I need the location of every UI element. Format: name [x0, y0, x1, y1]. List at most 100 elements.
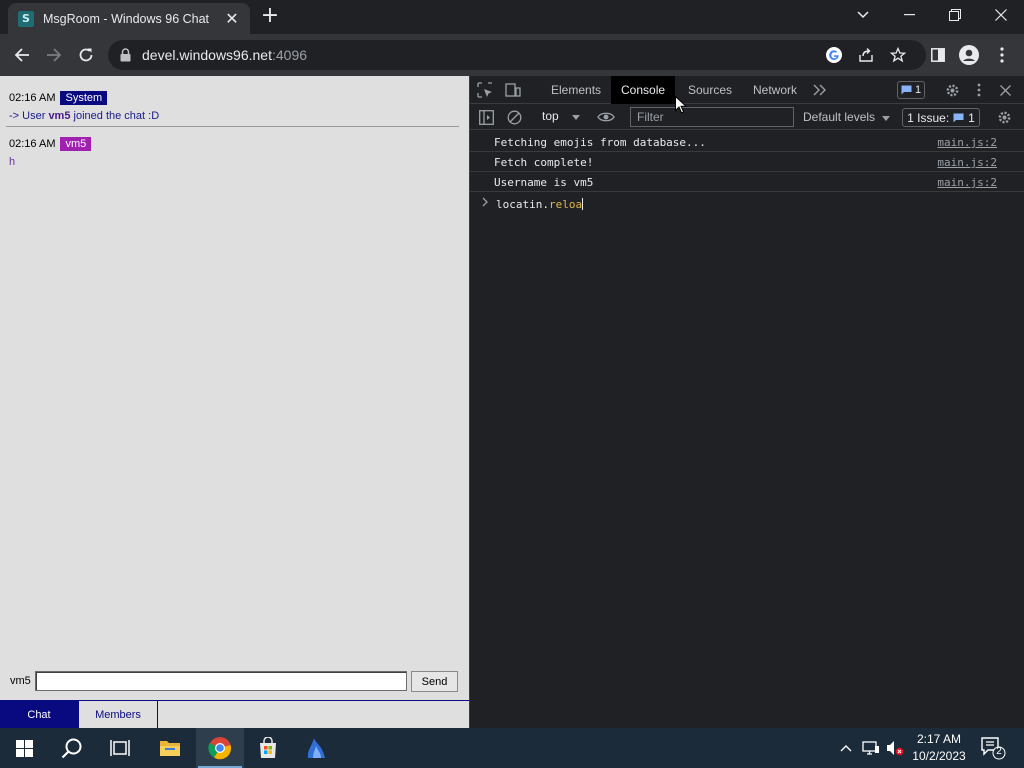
source-link[interactable]: main.js:2 — [937, 176, 997, 189]
more-tabs-button[interactable] — [812, 82, 828, 98]
close-devtools-button[interactable] — [997, 82, 1013, 98]
arrow-left-icon — [14, 48, 29, 62]
task-view-button[interactable] — [96, 728, 144, 768]
eye-icon — [597, 112, 615, 122]
back-button[interactable] — [9, 42, 35, 68]
caret-down-icon — [572, 115, 581, 120]
lock-icon[interactable] — [120, 48, 131, 62]
minimize-icon — [903, 14, 915, 16]
source-link[interactable]: main.js:2 — [937, 136, 997, 149]
inspect-element-button[interactable] — [476, 82, 494, 98]
share-button[interactable] — [856, 45, 876, 65]
devtools-panel: Elements Console Sources Network 1 top F… — [469, 76, 1024, 728]
chevron-right-icon — [482, 197, 488, 207]
browser-toolbar: devel.windows96.net:4096 — [0, 34, 1024, 76]
side-panel-icon — [931, 48, 945, 62]
forward-button[interactable] — [41, 42, 67, 68]
chrome-icon — [208, 737, 232, 760]
notifications-button[interactable]: 2 — [978, 728, 1008, 768]
chrome-taskbar-button[interactable] — [196, 728, 244, 768]
restore-button[interactable] — [932, 0, 978, 30]
send-button[interactable]: Send — [411, 671, 458, 692]
side-panel-button[interactable] — [925, 42, 951, 68]
google-lens-button[interactable] — [824, 45, 844, 65]
compose-row: vm5 Send — [0, 668, 469, 694]
console-settings-button[interactable] — [996, 109, 1012, 125]
issues-button[interactable]: 1 Issue: 1 — [902, 108, 980, 127]
file-explorer-button[interactable] — [146, 728, 194, 768]
console-prompt[interactable]: locatin.reloa — [470, 194, 1024, 214]
windows-taskbar: 2:17 AM 10/2/2023 2 — [0, 728, 1024, 768]
close-tab-icon[interactable]: ✕ — [224, 9, 240, 28]
tab-members[interactable]: Members — [78, 701, 158, 728]
devtools-settings-button[interactable] — [944, 82, 960, 98]
new-tab-button[interactable]: + — [258, 5, 282, 28]
show-hidden-icons-button[interactable] — [836, 728, 856, 768]
log-levels-dropdown[interactable]: Default levels — [803, 110, 891, 124]
chevron-down-icon — [857, 11, 869, 19]
device-icon — [505, 83, 521, 97]
device-toolbar-button[interactable] — [504, 82, 522, 98]
chrome-menu-button[interactable] — [989, 42, 1015, 68]
tab-elements[interactable]: Elements — [541, 76, 611, 104]
address-bar[interactable]: devel.windows96.net:4096 — [108, 40, 926, 70]
double-chevron-right-icon — [813, 84, 826, 96]
console-toolbar: top Filter Default levels 1 Issue: 1 — [470, 104, 1024, 130]
restore-icon — [949, 9, 961, 21]
app-taskbar-button[interactable] — [292, 728, 340, 768]
close-icon — [999, 84, 1011, 96]
browser-tab[interactable]: S MsgRoom - Windows 96 Chat ✕ — [8, 3, 250, 34]
task-view-icon — [110, 740, 130, 756]
source-link[interactable]: main.js:2 — [937, 156, 997, 169]
inspect-icon — [477, 82, 492, 98]
more-vertical-icon — [977, 83, 981, 97]
message-text: h — [9, 156, 16, 168]
search-icon — [61, 738, 82, 759]
profile-button[interactable] — [956, 42, 982, 68]
author-badge[interactable]: vm5 — [60, 137, 92, 151]
store-button[interactable] — [244, 728, 292, 768]
author-badge: System — [60, 91, 108, 105]
messages-badge[interactable]: 1 — [897, 81, 925, 99]
chat-message-user: 02:16 AM vm5 h — [9, 137, 92, 168]
close-icon — [995, 9, 1007, 21]
clear-console-button[interactable] — [506, 109, 522, 125]
message-divider — [6, 126, 459, 127]
start-button[interactable] — [0, 728, 48, 768]
minimize-button[interactable] — [886, 0, 932, 30]
reload-icon — [79, 48, 93, 62]
taskbar-clock[interactable]: 2:17 AM 10/2/2023 — [906, 731, 972, 765]
app-flame-icon — [307, 738, 325, 758]
block-icon — [507, 110, 521, 124]
live-expression-button[interactable] — [596, 109, 616, 125]
console-log-line: Fetching emojis from database... main.js… — [470, 132, 1024, 152]
tab-search-button[interactable] — [840, 0, 886, 30]
bookmark-button[interactable] — [888, 45, 908, 65]
console-input-text[interactable]: locatin.reloa — [496, 198, 584, 211]
caret-down-icon — [882, 116, 891, 121]
console-log-line: Fetch complete! main.js:2 — [470, 152, 1024, 172]
devtools-tab-bar: Elements Console Sources Network 1 — [470, 76, 1024, 104]
mouse-cursor-icon — [675, 96, 687, 114]
close-window-button[interactable] — [978, 0, 1024, 30]
sidebar-toggle-button[interactable] — [478, 109, 494, 125]
tab-network[interactable]: Network — [743, 76, 807, 104]
tab-sources[interactable]: Sources — [678, 76, 742, 104]
message-input[interactable] — [35, 671, 407, 691]
share-icon — [859, 48, 873, 62]
network-tray-button[interactable] — [860, 728, 882, 768]
devtools-menu-button[interactable] — [973, 82, 985, 98]
star-icon — [890, 47, 906, 63]
search-button[interactable] — [48, 728, 96, 768]
tab-console[interactable]: Console — [611, 76, 676, 104]
context-selector[interactable]: top — [542, 109, 581, 123]
folder-icon — [160, 741, 180, 756]
tab-chat[interactable]: Chat — [0, 701, 78, 728]
username-label: vm5 — [10, 675, 31, 687]
console-filter-input[interactable]: Filter — [630, 107, 794, 127]
tab-strip: S MsgRoom - Windows 96 Chat ✕ + — [0, 0, 1024, 34]
volume-tray-button[interactable] — [884, 728, 906, 768]
gear-icon — [998, 111, 1010, 123]
reload-button[interactable] — [73, 42, 99, 68]
message-timestamp: 02:16 AM — [9, 92, 56, 104]
